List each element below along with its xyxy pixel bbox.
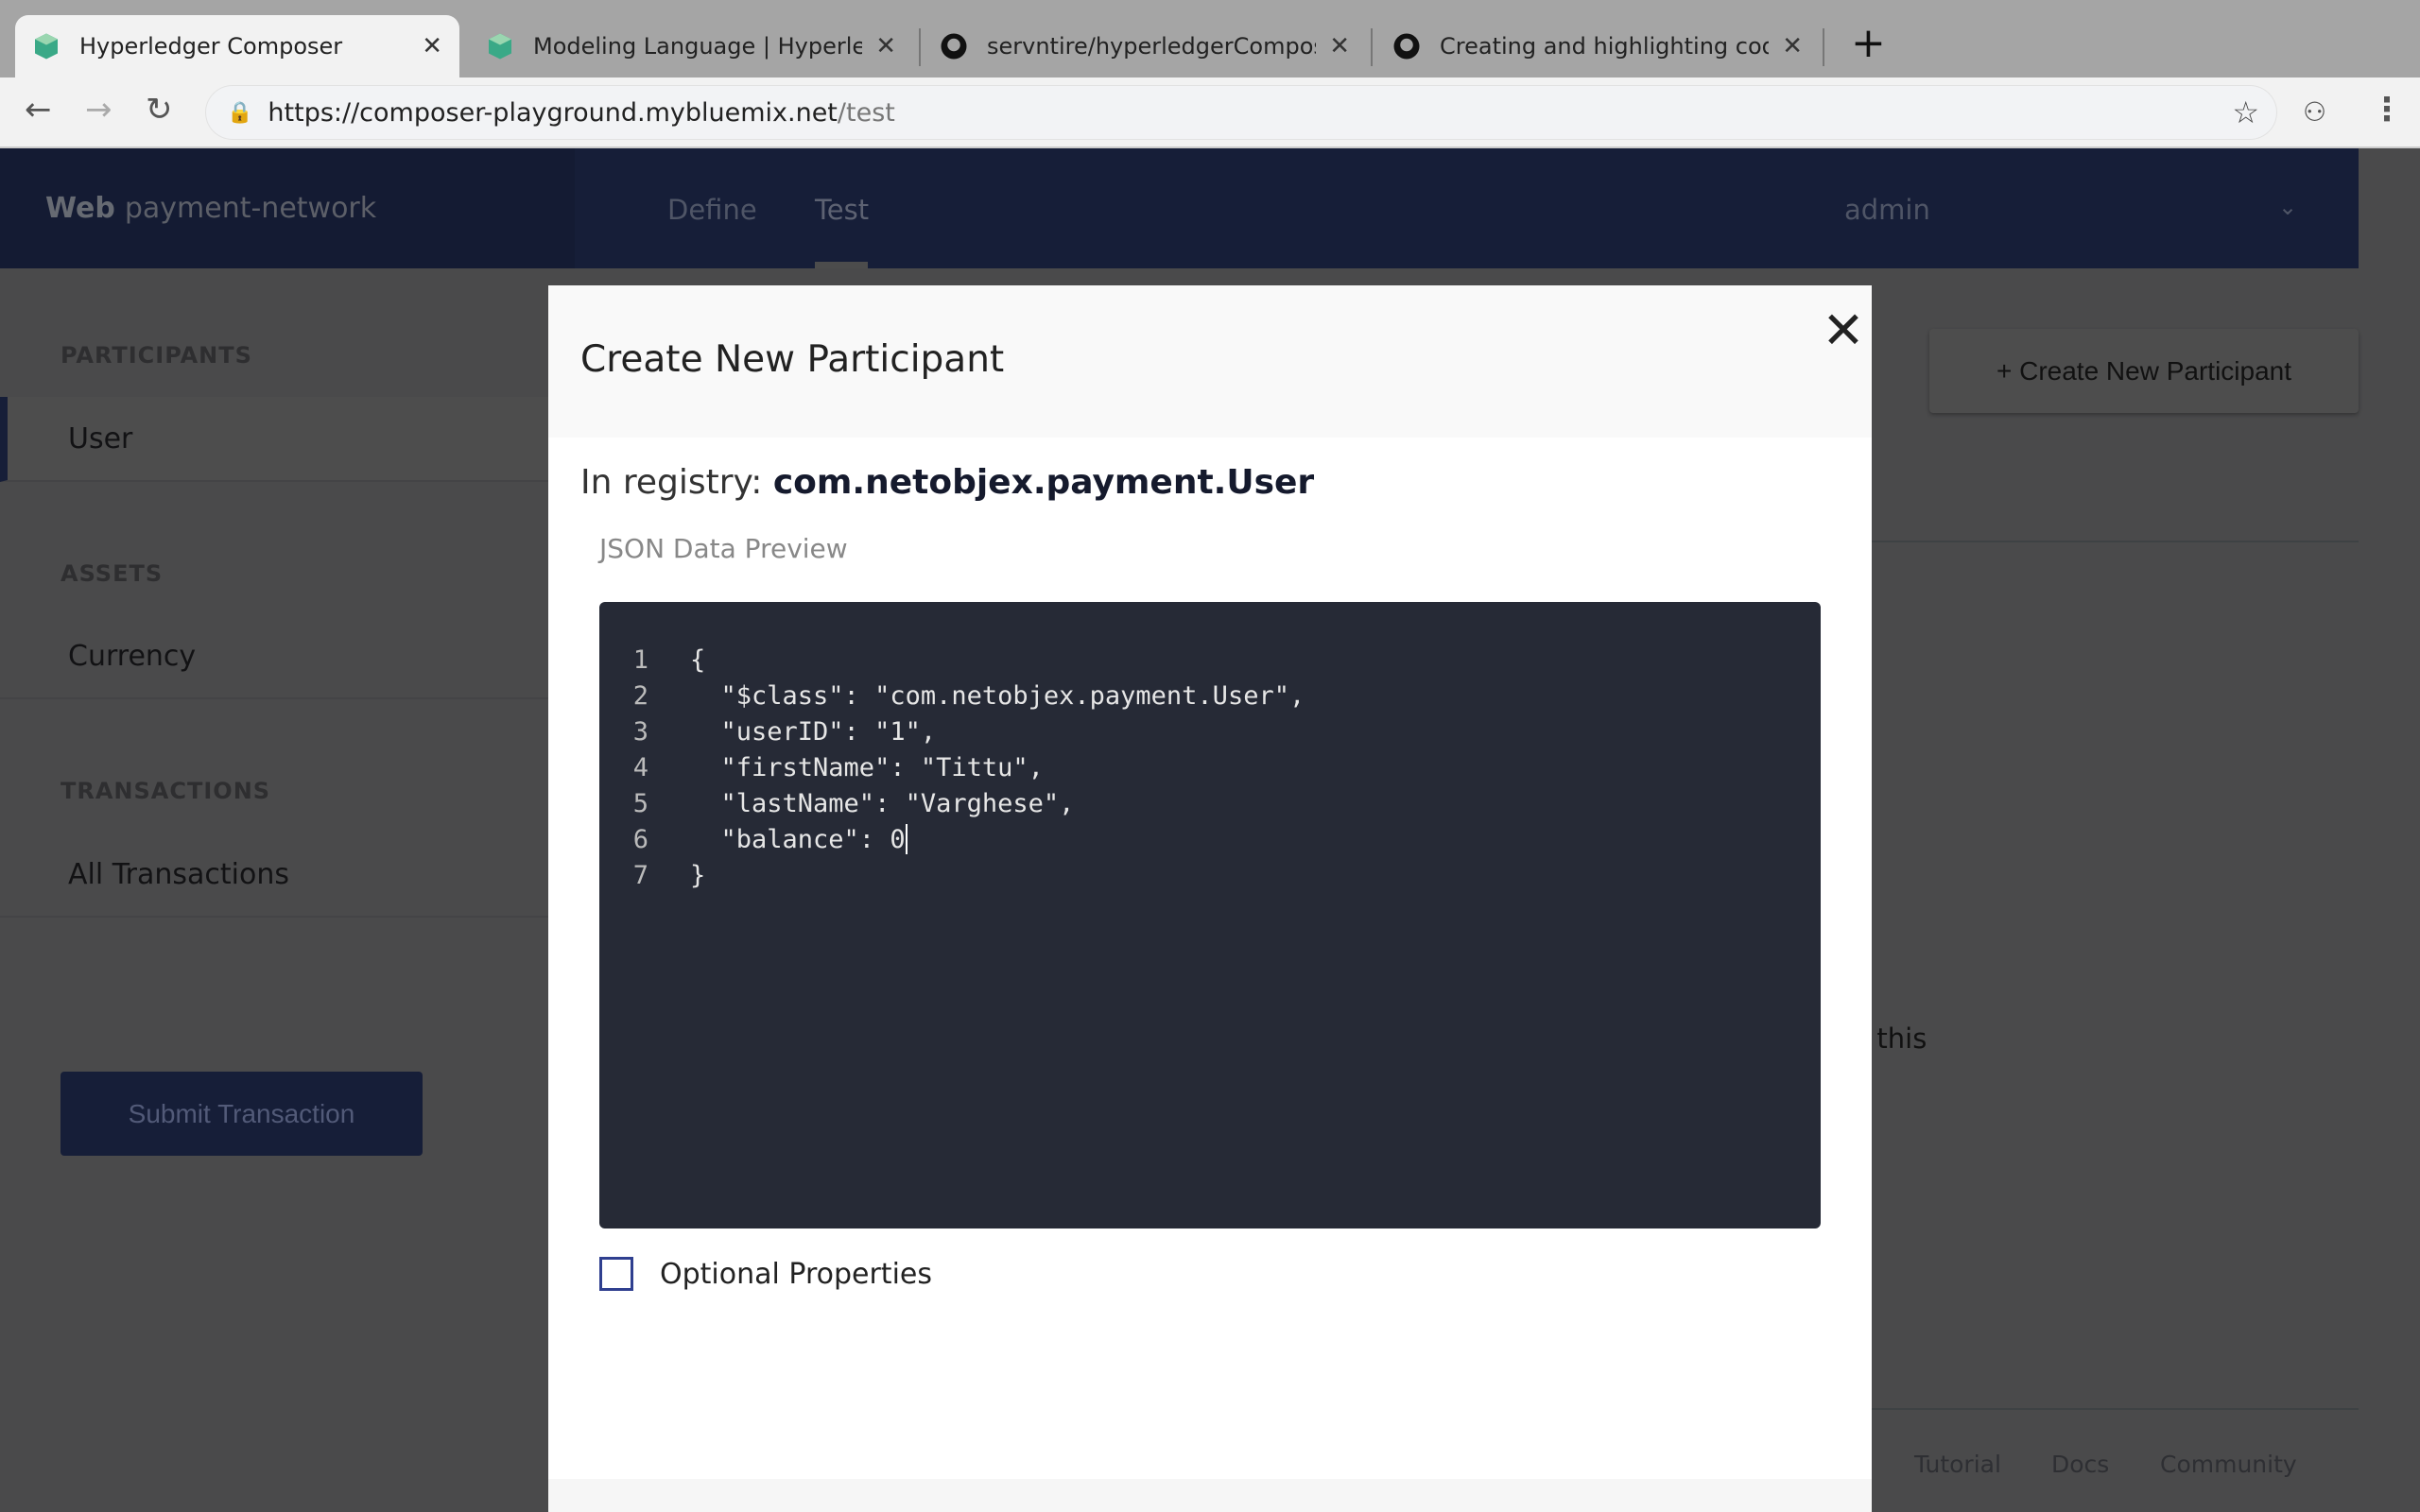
close-tab-icon[interactable]: ✕ <box>1329 32 1350 60</box>
section-transactions: TRANSACTIONS <box>60 778 271 804</box>
divider <box>1872 541 2359 542</box>
registry-label: In registry: <box>580 463 763 502</box>
sidebar-item-user[interactable]: User <box>0 397 548 482</box>
lock-icon: 🔒 <box>227 100 253 125</box>
url-input[interactable]: 🔒 https://composer-playground.mybluemix.… <box>206 86 2276 139</box>
divider <box>1872 1408 2359 1410</box>
code-text: } <box>690 860 706 890</box>
tab-title: Modeling Language | Hyperledger <box>533 33 863 60</box>
nav-define[interactable]: Define <box>667 194 757 226</box>
section-assets: ASSETS <box>60 560 164 587</box>
close-tab-icon[interactable]: ✕ <box>1782 32 1803 60</box>
brand-bold: Web <box>45 192 115 225</box>
active-nav-indicator <box>815 262 868 268</box>
code-line: 2 "$class": "com.netobjex.payment.User", <box>599 678 1821 713</box>
code-text: "$class": "com.netobjex.payment.User", <box>690 680 1305 711</box>
new-tab-button[interactable]: + <box>1851 19 1886 67</box>
tab-title: servntire/hyperledgerComposer <box>987 33 1317 60</box>
json-preview-label: JSON Data Preview <box>599 533 848 564</box>
forward-icon[interactable]: → <box>85 91 112 129</box>
line-number: 2 <box>632 680 648 711</box>
tab-hyperledger-composer[interactable]: Hyperledger Composer ✕ <box>15 15 459 77</box>
github-icon <box>941 33 967 60</box>
submit-transaction-button[interactable]: Submit Transaction <box>60 1072 423 1156</box>
close-tab-icon[interactable]: ✕ <box>422 32 442 60</box>
close-tab-icon[interactable]: ✕ <box>875 32 896 60</box>
app-header: Web payment-network Define Test admin ⌄ <box>0 148 2359 268</box>
registry-name: com.netobjex.payment.User <box>772 463 1315 502</box>
back-icon[interactable]: ← <box>25 91 52 129</box>
sidebar-item-all-transactions[interactable]: All Transactions <box>0 833 548 918</box>
create-new-participant-button[interactable]: + Create New Participant <box>1929 329 2359 413</box>
brand-name: payment-network <box>124 192 377 225</box>
modal-footer <box>548 1479 1872 1512</box>
code-line: 5 "lastName": "Varghese", <box>599 785 1821 821</box>
line-number: 3 <box>632 716 648 747</box>
address-bar-row: ← → ↻ 🔒 https://composer-playground.mybl… <box>0 77 2420 148</box>
json-code-editor[interactable]: 1{2 "$class": "com.netobjex.payment.User… <box>599 602 1821 1228</box>
text-cursor <box>905 824 908 854</box>
footer-docs-link[interactable]: Docs <box>2051 1451 2109 1478</box>
line-number: 1 <box>632 644 648 675</box>
section-participants: PARTICIPANTS <box>60 342 252 369</box>
hyperledger-cube-icon <box>489 33 511 60</box>
tab-title: Hyperledger Composer <box>79 33 343 60</box>
chevron-down-icon[interactable]: ⌄ <box>2278 194 2297 220</box>
footer-community-link[interactable]: Community <box>2160 1451 2297 1478</box>
app-logo: Web payment-network <box>0 148 575 268</box>
line-number: 6 <box>632 824 648 854</box>
menu-kebab-icon[interactable]: ⋮ <box>2371 91 2403 129</box>
hyperledger-cube-icon <box>35 33 58 60</box>
tab-bar: Hyperledger Composer ✕ Modeling Language… <box>0 0 2420 77</box>
code-text: "lastName": "Varghese", <box>690 788 1075 818</box>
code-text: "balance": 0 <box>690 824 906 854</box>
tab-separator <box>1371 28 1373 66</box>
line-number: 7 <box>632 860 648 890</box>
sidebar-item-currency[interactable]: Currency <box>0 614 548 699</box>
modal-header: Create New Participant ✕ <box>548 285 1872 438</box>
sidebar-item-label: Currency <box>68 639 197 673</box>
nav-test[interactable]: Test <box>815 194 869 226</box>
close-icon[interactable]: ✕ <box>1815 302 1872 359</box>
code-line: 1{ <box>599 642 1821 678</box>
code-text: "firstName": "Tittu", <box>690 752 1044 782</box>
code-text: "userID": "1", <box>690 716 937 747</box>
sidebar-item-label: All Transactions <box>68 857 289 891</box>
modal-title: Create New Participant <box>580 338 1005 381</box>
tab-github-code[interactable]: Creating and highlighting code ✕ <box>1375 15 1820 77</box>
sidebar-item-label: User <box>68 421 133 455</box>
registry-info: In registry: com.netobjex.payment.User <box>580 463 1314 502</box>
line-number: 4 <box>632 752 648 782</box>
tab-title: Creating and highlighting code <box>1440 33 1770 60</box>
reload-icon[interactable]: ↻ <box>146 91 173 129</box>
tab-separator <box>919 28 921 66</box>
code-line: 6 "balance": 0 <box>599 821 1821 857</box>
tab-github-repo[interactable]: servntire/hyperledgerComposer ✕ <box>923 15 1367 77</box>
tab-separator <box>1823 28 1824 66</box>
url-host: https://composer-playground.mybluemix.ne… <box>268 97 838 128</box>
code-line: 3 "userID": "1", <box>599 713 1821 749</box>
code-line: 7} <box>599 857 1821 893</box>
user-menu[interactable]: admin <box>1844 194 1930 226</box>
footer-tutorial-link[interactable]: Tutorial <box>1914 1451 2001 1478</box>
github-icon <box>1393 33 1420 60</box>
code-line: 4 "firstName": "Tittu", <box>599 749 1821 785</box>
incognito-icon[interactable]: ⚇ <box>2303 96 2326 128</box>
optional-properties-label: Optional Properties <box>660 1257 932 1291</box>
bookmark-star-icon[interactable]: ☆ <box>2232 94 2259 130</box>
optional-properties-checkbox[interactable] <box>599 1257 633 1291</box>
create-participant-modal: Create New Participant ✕ In registry: co… <box>548 285 1872 1512</box>
url-path: /test <box>837 97 895 128</box>
line-number: 5 <box>632 788 648 818</box>
code-text: { <box>690 644 706 675</box>
tab-modeling-language[interactable]: Modeling Language | Hyperledger ✕ <box>469 15 913 77</box>
optional-properties-option[interactable]: Optional Properties <box>599 1257 932 1291</box>
